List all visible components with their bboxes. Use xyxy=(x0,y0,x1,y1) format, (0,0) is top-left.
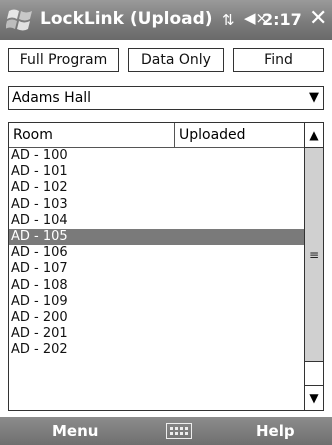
chevron-down-icon[interactable]: ▼ xyxy=(309,90,319,105)
table-row[interactable]: AD - 100 xyxy=(9,148,305,164)
table-row[interactable]: AD - 106 xyxy=(9,245,305,261)
table-row[interactable]: AD - 103 xyxy=(9,197,305,213)
column-header-uploaded[interactable]: Uploaded xyxy=(175,123,305,147)
table-row[interactable]: AD - 109 xyxy=(9,294,305,310)
network-icon[interactable]: ⇅ xyxy=(222,11,235,29)
table-row[interactable]: AD - 104 xyxy=(9,213,305,229)
building-select[interactable]: Adams Hall ▼ xyxy=(8,86,324,110)
table-row[interactable]: AD - 107 xyxy=(9,261,305,277)
app-title: LockLink (Upload) xyxy=(40,9,213,29)
windows-logo-icon[interactable] xyxy=(6,7,36,33)
table-row[interactable]: AD - 102 xyxy=(9,180,305,196)
close-icon[interactable]: ✕ xyxy=(309,6,327,31)
menu-softkey[interactable]: Menu xyxy=(52,422,98,440)
scrollbar-thumb[interactable]: ≡ xyxy=(305,148,323,362)
vertical-scrollbar[interactable]: ▲ ≡ ▼ xyxy=(304,123,323,410)
table-row[interactable]: AD - 200 xyxy=(9,310,305,326)
list-rows: AD - 100 AD - 101 AD - 102 AD - 103 AD - 104… xyxy=(9,148,305,358)
table-row[interactable]: AD - 105 xyxy=(9,228,305,246)
find-button[interactable]: Find xyxy=(233,48,324,72)
keyboard-icon[interactable] xyxy=(166,423,192,439)
table-row[interactable]: AD - 108 xyxy=(9,278,305,294)
soft-key-bar: Menu Help xyxy=(0,417,332,445)
column-header-room[interactable]: Room xyxy=(9,123,175,147)
table-row[interactable]: AD - 202 xyxy=(9,342,305,358)
scroll-up-icon[interactable]: ▲ xyxy=(305,123,323,148)
list-header: Room Uploaded xyxy=(9,123,305,148)
title-bar: LockLink (Upload) ⇅ ◀× 2:17 ✕ xyxy=(0,0,332,40)
full-program-button[interactable]: Full Program xyxy=(8,48,119,72)
room-list[interactable]: Room Uploaded AD - 100 AD - 101 AD - 102 AD… xyxy=(8,122,324,411)
building-select-value: Adams Hall xyxy=(12,90,92,106)
table-row[interactable]: AD - 201 xyxy=(9,326,305,342)
help-softkey[interactable]: Help xyxy=(256,422,295,440)
data-only-button[interactable]: Data Only xyxy=(128,48,224,72)
table-row[interactable]: AD - 101 xyxy=(9,164,305,180)
clock[interactable]: 2:17 xyxy=(262,10,302,29)
scroll-down-icon[interactable]: ▼ xyxy=(305,385,323,410)
